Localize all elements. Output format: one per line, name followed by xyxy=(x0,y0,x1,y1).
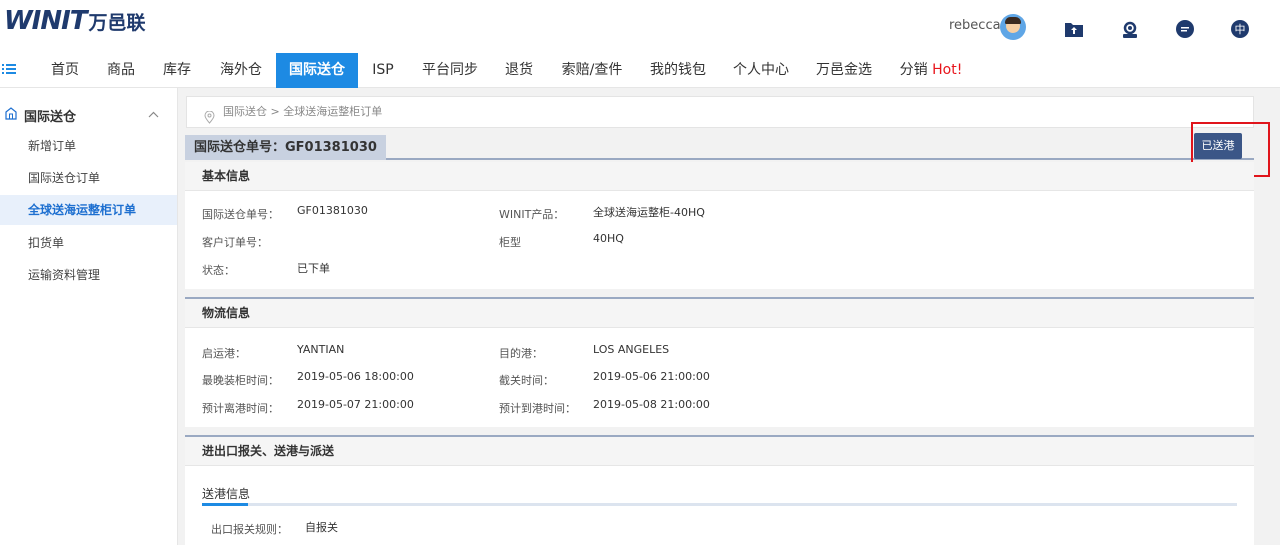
hot-badge: Hot! xyxy=(932,62,963,78)
subtab-underline xyxy=(202,503,1237,506)
nav-personal-center[interactable]: 个人中心 xyxy=(726,53,796,88)
message-icon[interactable] xyxy=(1175,19,1195,39)
field-label-eta: 预计到港时间： xyxy=(499,402,576,415)
sidebar-item-transport-docs[interactable]: 运输资料管理 xyxy=(0,260,177,290)
location-pin-icon xyxy=(204,106,215,124)
nav-platform-sync[interactable]: 平台同步 xyxy=(416,53,484,88)
sidebar: 国际送仓 新增订单 国际送仓订单 全球送海运整柜订单 扣货单 运输资料管理 xyxy=(0,88,178,545)
chevron-up-icon xyxy=(148,108,159,122)
nav-wallet[interactable]: 我的钱包 xyxy=(643,53,713,88)
user-name[interactable]: rebecca xyxy=(949,18,1001,33)
avatar-hair xyxy=(1005,17,1021,24)
sidebar-item-new-order[interactable]: 新增订单 xyxy=(0,131,177,161)
nav-returns[interactable]: 退货 xyxy=(500,53,538,88)
nav-distribution-label: 分销 xyxy=(899,62,928,78)
basic-info-title: 基本信息 xyxy=(185,162,1254,191)
breadcrumb-text[interactable]: 国际送仓 > 全球送海运整柜订单 xyxy=(223,105,382,118)
field-label-customer-order: 客户订单号： xyxy=(202,236,268,249)
menu-toggle-icon[interactable] xyxy=(2,62,16,76)
subtab-active-indicator xyxy=(202,503,248,506)
language-icon[interactable]: 中 xyxy=(1230,19,1250,39)
field-value-export-customs: 自报关 xyxy=(305,521,338,534)
field-label-export-customs: 出口报关规则： xyxy=(211,523,288,536)
logistics-info-title: 物流信息 xyxy=(185,299,1254,328)
sidebar-item-international-orders[interactable]: 国际送仓订单 xyxy=(0,163,177,193)
nav-products[interactable]: 商品 xyxy=(100,53,142,88)
field-label-status: 状态： xyxy=(202,264,235,277)
nav-distribution[interactable]: 分销 Hot! xyxy=(896,53,966,88)
nav-winit-select[interactable]: 万邑金选 xyxy=(810,53,878,88)
field-value-product: 全球送海运整柜-40HQ xyxy=(593,206,705,219)
field-value-container-type: 40HQ xyxy=(593,232,624,245)
field-label-container-type: 柜型 xyxy=(499,236,521,249)
warehouse-icon xyxy=(5,107,17,123)
sidebar-group-title: 国际送仓 xyxy=(24,110,77,125)
field-label-destination-port: 目的港： xyxy=(499,347,543,360)
tab-port-delivery-info[interactable]: 送港信息 xyxy=(202,485,250,502)
upload-folder-icon[interactable] xyxy=(1064,19,1084,39)
field-label-latest-loading: 最晚装柜时间： xyxy=(202,374,279,387)
sidebar-item-detained-orders[interactable]: 扣货单 xyxy=(0,228,177,258)
support-agent-icon[interactable] xyxy=(1120,19,1140,39)
breadcrumb: 国际送仓 > 全球送海运整柜订单 xyxy=(186,96,1254,128)
nav-international-delivery[interactable]: 国际送仓 xyxy=(276,53,358,88)
nav-claims[interactable]: 索赔/查件 xyxy=(556,53,628,88)
sidebar-item-fcl-orders[interactable]: 全球送海运整柜订单 xyxy=(0,195,177,225)
logistics-info-panel: 物流信息 启运港： YANTIAN 目的港： LOS ANGELES 最晚装柜时… xyxy=(185,297,1254,427)
field-value-cutoff: 2019-05-06 21:00:00 xyxy=(593,370,710,383)
nav-inventory[interactable]: 库存 xyxy=(156,53,198,88)
field-label-origin-port: 启运港： xyxy=(202,347,246,360)
field-value-etd: 2019-05-07 21:00:00 xyxy=(297,398,414,411)
basic-info-panel: 基本信息 国际送仓单号： GF01381030 WINIT产品： 全球送海运整柜… xyxy=(185,162,1254,289)
main-content: 国际送仓 > 全球送海运整柜订单 国际送仓单号：GF01381030 已送港 基… xyxy=(178,88,1280,545)
field-value-order-no: GF01381030 xyxy=(297,204,368,217)
field-value-eta: 2019-05-08 21:00:00 xyxy=(593,398,710,411)
order-number-tag: 国际送仓单号：GF01381030 xyxy=(185,135,386,160)
field-value-latest-loading: 2019-05-06 18:00:00 xyxy=(297,370,414,383)
field-label-order-no: 国际送仓单号： xyxy=(202,208,279,221)
nav-isp[interactable]: ISP xyxy=(366,53,400,88)
avatar[interactable] xyxy=(1000,14,1026,40)
field-label-product: WINIT产品： xyxy=(499,208,565,221)
field-label-etd: 预计离港时间： xyxy=(202,402,279,415)
nav-home[interactable]: 首页 xyxy=(44,53,86,88)
customs-delivery-panel: 进出口报关、送港与派送 送港信息 出口报关规则： 自报关 xyxy=(185,435,1254,545)
nav-overseas-warehouse[interactable]: 海外仓 xyxy=(214,53,268,88)
main-nav: 首页 商品 库存 海外仓 国际送仓 ISP 平台同步 退货 索赔/查件 我的钱包… xyxy=(0,53,1280,88)
brand-name: 万邑联 xyxy=(88,11,146,34)
field-value-destination-port: LOS ANGELES xyxy=(593,343,670,356)
field-label-cutoff: 截关时间： xyxy=(499,374,554,387)
brand-mark: WINIT xyxy=(4,6,88,36)
language-glyph: 中 xyxy=(1235,23,1246,36)
field-value-status: 已下单 xyxy=(297,262,330,275)
brand-logo[interactable]: WINIT 万邑联 xyxy=(4,6,146,36)
customs-delivery-title: 进出口报关、送港与派送 xyxy=(185,437,1254,466)
order-title-bar: 国际送仓单号：GF01381030 xyxy=(185,133,1254,160)
sidebar-group-header[interactable]: 国际送仓 xyxy=(0,104,178,125)
top-header: WINIT 万邑联 rebecca 中 xyxy=(0,0,1280,53)
field-value-origin-port: YANTIAN xyxy=(297,343,345,356)
